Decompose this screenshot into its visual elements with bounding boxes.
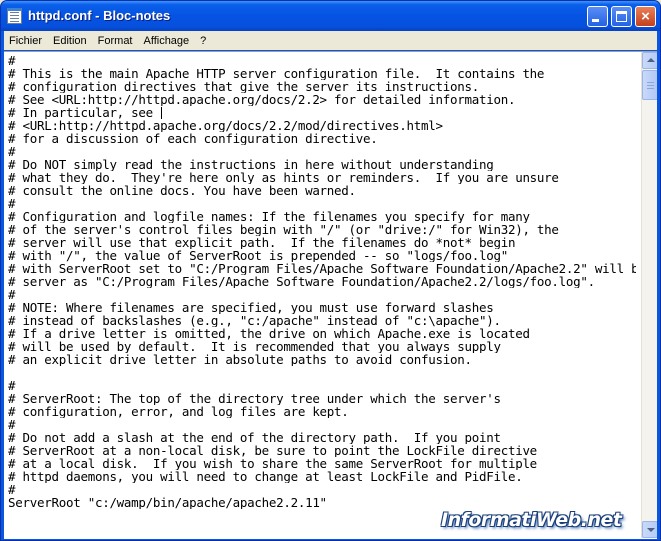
maximize-icon	[616, 11, 627, 22]
menu-format[interactable]: Format	[93, 32, 138, 51]
text-caret	[161, 107, 163, 119]
watermark: InformatiWeb.net	[441, 509, 622, 531]
line-text: # Do not add a slash at the end of the d…	[8, 431, 501, 444]
grip-line	[647, 85, 654, 86]
text-line: # with "/", the value of ServerRoot is p…	[8, 249, 636, 262]
minimize-button[interactable]	[587, 6, 608, 27]
text-line: # Do NOT simply read the instructions in…	[8, 158, 636, 171]
text-line: # httpd daemons, you will need to change…	[8, 470, 636, 483]
text-line: # This is the main Apache HTTP server co…	[8, 67, 636, 80]
text-line: # If a drive letter is omitted, the driv…	[8, 327, 636, 340]
notepad-window: httpd.conf - Bloc-notes × Fichier Edition…	[0, 0, 661, 541]
minimize-icon	[592, 19, 599, 22]
text-line: #	[8, 54, 636, 67]
line-text: # ServerRoot: The top of the directory t…	[8, 392, 501, 405]
line-text: #	[8, 379, 16, 392]
line-text: # NOTE: Where filenames are specified, y…	[8, 301, 494, 314]
text-line: #	[8, 483, 636, 496]
text-line: # at a local disk. If you wish to share …	[8, 457, 636, 470]
line-text: #	[8, 197, 16, 210]
text-line	[8, 366, 636, 379]
line-text: # See <URL:http://httpd.apache.org/docs/…	[8, 93, 516, 106]
line-text: # of the server's control files begin wi…	[8, 223, 559, 236]
line-text: # Do NOT simply read the instructions in…	[8, 158, 494, 171]
editor-text[interactable]: # # This is the main Apache HTTP server c…	[8, 54, 636, 509]
line-text: # In particular, see	[8, 106, 161, 119]
text-line: # with ServerRoot set to "C:/Program Fil…	[8, 262, 636, 275]
scroll-up-button[interactable]	[642, 52, 657, 69]
text-line: # of the server's control files begin wi…	[8, 223, 636, 236]
line-text: # httpd daemons, you will need to change…	[8, 470, 523, 483]
text-line: #	[8, 197, 636, 210]
title-bar[interactable]: httpd.conf - Bloc-notes ×	[1, 1, 660, 31]
menu-affichage[interactable]: Affichage	[139, 32, 195, 51]
line-text: # what they do. They're here only as hin…	[8, 171, 559, 184]
line-text: #	[8, 483, 16, 496]
text-line: # for a discussion of each configuration…	[8, 132, 636, 145]
close-button[interactable]: ×	[635, 6, 656, 27]
line-text: # This is the main Apache HTTP server co…	[8, 67, 545, 80]
line-text: # server will use that explicit path. If…	[8, 236, 516, 249]
line-text: # <URL:http://httpd.apache.org/docs/2.2/…	[8, 119, 443, 132]
text-line: # Configuration and logfile names: If th…	[8, 210, 636, 223]
line-text: #	[8, 54, 16, 67]
text-line: # an explicit drive letter in absolute p…	[8, 353, 636, 366]
line-text: ServerRoot "c:/wamp/bin/apache/apache2.2…	[8, 496, 327, 509]
line-text: # with "/", the value of ServerRoot is p…	[8, 249, 508, 262]
text-line: #	[8, 379, 636, 392]
text-line: # server as "C:/Program Files/Apache Sof…	[8, 275, 636, 288]
text-line: #	[8, 145, 636, 158]
text-line: ServerRoot "c:/wamp/bin/apache/apache2.2…	[8, 496, 636, 509]
line-text: #	[8, 288, 16, 301]
line-text: #	[8, 418, 16, 431]
menu-help[interactable]: ?	[195, 32, 211, 51]
text-line: # ServerRoot at a non-local disk, be sur…	[8, 444, 636, 457]
line-text: # will be used by default. It is recomme…	[8, 340, 501, 353]
text-line: # Do not add a slash at the end of the d…	[8, 431, 636, 444]
text-editor-area[interactable]: # # This is the main Apache HTTP server c…	[4, 51, 657, 539]
grip-line	[647, 82, 654, 83]
text-line: # consult the online docs. You have been…	[8, 184, 636, 197]
text-line: # In particular, see	[8, 106, 636, 119]
text-line: # NOTE: Where filenames are specified, y…	[8, 301, 636, 314]
scrollbar-thumb[interactable]	[642, 70, 657, 100]
text-line: #	[8, 418, 636, 431]
text-line: # instead of backslashes (e.g., "c:/apac…	[8, 314, 636, 327]
line-text: # instead of backslashes (e.g., "c:/apac…	[8, 314, 501, 327]
window-title: httpd.conf - Bloc-notes	[28, 8, 171, 23]
line-text: # ServerRoot at a non-local disk, be sur…	[8, 444, 537, 457]
line-text: # at a local disk. If you wish to share …	[8, 457, 537, 470]
menu-edition[interactable]: Edition	[48, 32, 92, 51]
line-text: # If a drive letter is omitted, the driv…	[8, 327, 530, 340]
line-text: # an explicit drive letter in absolute p…	[8, 353, 472, 366]
text-line: # will be used by default. It is recomme…	[8, 340, 636, 353]
text-line: # server will use that explicit path. If…	[8, 236, 636, 249]
menu-fichier[interactable]: Fichier	[4, 32, 47, 51]
text-line: # ServerRoot: The top of the directory t…	[8, 392, 636, 405]
arrow-down-icon	[647, 528, 655, 532]
text-line: # what they do. They're here only as hin…	[8, 171, 636, 184]
text-line: # See <URL:http://httpd.apache.org/docs/…	[8, 93, 636, 106]
line-text: # configuration, error, and log files ar…	[8, 405, 349, 418]
vertical-scrollbar[interactable]	[641, 52, 657, 538]
text-line: # configuration, error, and log files ar…	[8, 405, 636, 418]
line-text: # Configuration and logfile names: If th…	[8, 210, 530, 223]
text-line: # configuration directives that give the…	[8, 80, 636, 93]
scroll-down-button[interactable]	[642, 521, 657, 538]
line-text: # consult the online docs. You have been…	[8, 184, 356, 197]
line-text: # for a discussion of each configuration…	[8, 132, 378, 145]
arrow-up-icon	[647, 58, 655, 62]
text-line: #	[8, 288, 636, 301]
grip-line	[647, 88, 654, 89]
menu-bar: Fichier Edition Format Affichage?	[4, 31, 657, 50]
line-text: # server as "C:/Program Files/Apache Sof…	[8, 275, 595, 288]
line-text: # with ServerRoot set to "C:/Program Fil…	[8, 262, 636, 275]
line-text: # configuration directives that give the…	[8, 80, 479, 93]
close-icon: ×	[641, 8, 650, 25]
notepad-icon[interactable]	[7, 8, 22, 24]
line-text: #	[8, 145, 16, 158]
maximize-button[interactable]	[611, 6, 632, 27]
text-line: # <URL:http://httpd.apache.org/docs/2.2/…	[8, 119, 636, 132]
